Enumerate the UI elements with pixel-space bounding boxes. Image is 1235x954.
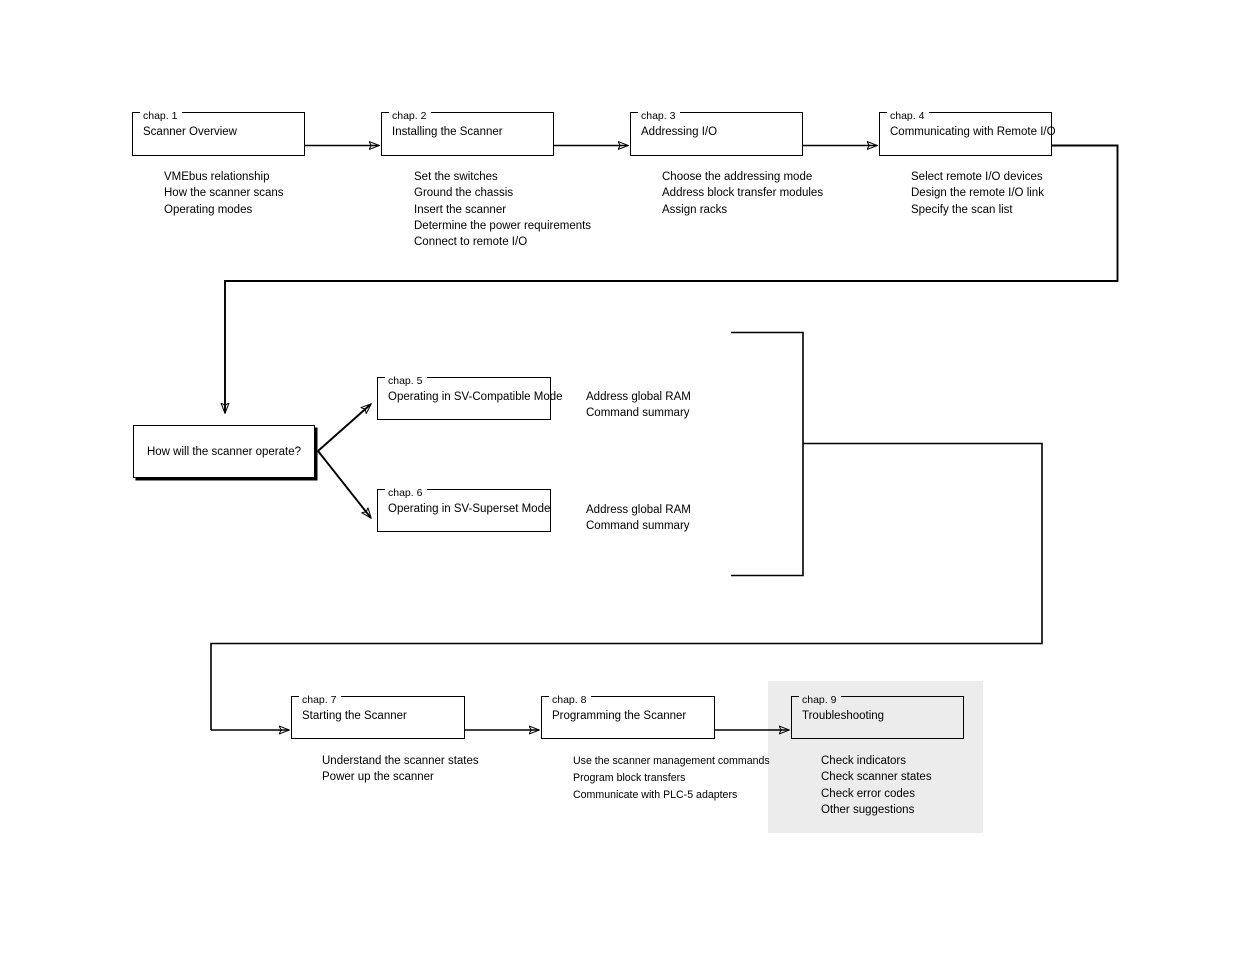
chapter-2-bullets: Set the switches Ground the chassis Inse… xyxy=(414,169,591,250)
bullet-item: How the scanner scans xyxy=(164,187,284,200)
bullet-item: Specify the scan list xyxy=(911,203,1013,216)
bullet-item: Check scanner states xyxy=(821,771,932,784)
bullet-item: Connect to remote I/O xyxy=(414,236,528,249)
chapter-box-9[interactable]: chap. 9 Troubleshooting xyxy=(791,693,964,739)
chapter-legend: chap. 3 xyxy=(641,110,676,122)
chapter-8-bullets: Use the scanner management commands Prog… xyxy=(573,753,770,804)
bullet-item: Insert the scanner xyxy=(414,203,507,216)
decision-box-scanner-operation[interactable]: How will the scanner operate? xyxy=(133,425,315,478)
chapter-legend: chap. 4 xyxy=(890,110,925,122)
chapter-legend: chap. 6 xyxy=(388,487,423,499)
chapter-title: Operating in SV-Superset Mode xyxy=(388,503,551,515)
chapter-box-5[interactable]: chap. 5 Operating in SV-Compatible Mode xyxy=(377,374,563,420)
bullet-item: Design the remote I/O link xyxy=(911,187,1044,200)
chapter-title: Starting the Scanner xyxy=(302,710,407,722)
chapter-box-8[interactable]: chap. 8 Programming the Scanner xyxy=(541,693,715,739)
bullet-item: Power up the scanner xyxy=(322,771,434,784)
bullet-item: Address block transfer modules xyxy=(662,187,824,200)
chapter-9-bullets: Check indicators Check scanner states Ch… xyxy=(821,753,932,818)
bullet-item: Set the switches xyxy=(414,171,498,183)
chapter-4-bullets: Select remote I/O devices Design the rem… xyxy=(911,169,1044,218)
chapter-title: Programming the Scanner xyxy=(552,710,687,722)
chapter-title: Installing the Scanner xyxy=(392,126,503,138)
chapter-title: Addressing I/O xyxy=(641,126,718,138)
bullet-item: Address global RAM xyxy=(586,391,691,403)
chapter-box-1[interactable]: chap. 1 Scanner Overview xyxy=(132,109,305,156)
chapter-title: Troubleshooting xyxy=(802,710,885,722)
chapter-box-3[interactable]: chap. 3 Addressing I/O xyxy=(630,109,803,156)
chapter-box-6[interactable]: chap. 6 Operating in SV-Superset Mode xyxy=(377,486,551,532)
chapter-title: Operating in SV-Compatible Mode xyxy=(388,391,563,403)
bullet-item: Communicate with PLC-5 adapters xyxy=(573,788,738,801)
bullet-item: Assign racks xyxy=(662,203,728,216)
bullet-item: Program block transfers xyxy=(573,771,686,784)
flowchart-canvas: chap. 1 Scanner Overview VMEbus relation… xyxy=(0,0,1235,954)
bullet-item: Choose the addressing mode xyxy=(662,171,813,183)
bullet-item: Command summary xyxy=(586,520,690,533)
bullet-item: Address global RAM xyxy=(586,504,691,516)
bullet-item: VMEbus relationship xyxy=(164,171,270,183)
bullet-item: Use the scanner management commands xyxy=(573,755,770,767)
chapter-6-bullets: Address global RAM Command summary xyxy=(586,502,691,535)
bullet-item: Check indicators xyxy=(821,755,907,767)
chapter-box-7[interactable]: chap. 7 Starting the Scanner xyxy=(291,693,465,739)
bullet-item: Ground the chassis xyxy=(414,187,514,200)
chapter-legend: chap. 7 xyxy=(302,694,337,706)
chapter-5-bullets: Address global RAM Command summary xyxy=(586,389,691,422)
chapter-legend: chap. 5 xyxy=(388,375,423,387)
bullet-item: Operating modes xyxy=(164,203,253,216)
chapter-title: Communicating with Remote I/O xyxy=(890,126,1056,138)
chapter-title: Scanner Overview xyxy=(143,126,237,138)
chapter-legend: chap. 2 xyxy=(392,110,427,122)
decision-text: How will the scanner operate? xyxy=(146,445,302,458)
chapter-legend: chap. 8 xyxy=(552,694,587,706)
chapter-legend: chap. 9 xyxy=(802,694,837,706)
chapter-7-bullets: Understand the scanner states Power up t… xyxy=(322,753,479,786)
bullet-item: Check error codes xyxy=(821,787,915,800)
bullet-item: Other suggestions xyxy=(821,803,915,816)
bullet-item: Select remote I/O devices xyxy=(911,171,1043,183)
bullet-item: Understand the scanner states xyxy=(322,755,479,767)
bullet-item: Command summary xyxy=(586,407,690,420)
bullet-item: Determine the power requirements xyxy=(414,219,592,232)
chapter-legend: chap. 1 xyxy=(143,110,178,122)
chapter-box-4[interactable]: chap. 4 Communicating with Remote I/O xyxy=(879,109,1056,156)
chapter-3-bullets: Choose the addressing mode Address block… xyxy=(662,169,823,218)
chapter-1-bullets: VMEbus relationship How the scanner scan… xyxy=(164,169,284,218)
chapter-box-2[interactable]: chap. 2 Installing the Scanner xyxy=(381,109,554,156)
